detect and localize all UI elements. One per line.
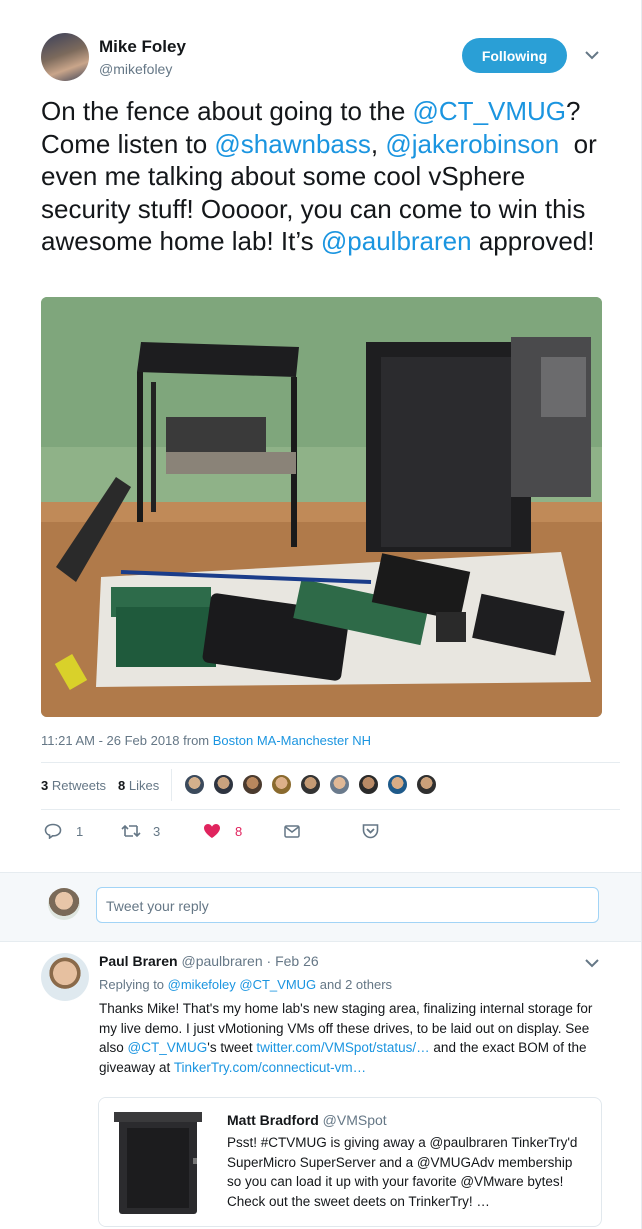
liker-avatar[interactable] — [328, 773, 351, 796]
text-link[interactable]: @CT_VMUG — [128, 1040, 208, 1055]
reply-icon — [44, 823, 62, 839]
chevron-down-icon[interactable] — [584, 956, 600, 968]
liker-avatar[interactable] — [270, 773, 293, 796]
envelope-icon — [284, 825, 300, 838]
liker-avatar[interactable] — [357, 773, 380, 796]
save-action[interactable] — [362, 823, 379, 839]
retweets-stat[interactable]: 3 Retweets — [41, 778, 106, 793]
heart-icon — [204, 824, 220, 838]
quoted-text: Psst! #CTVMUG is giving away a @paulbrar… — [227, 1135, 578, 1209]
quoted-tweet-image — [99, 1098, 217, 1226]
divider — [41, 809, 620, 810]
reply-author-avatar[interactable] — [41, 953, 89, 1001]
stats-divider — [171, 769, 172, 801]
text-link[interactable]: @CT_VMUG — [413, 96, 567, 126]
text-link[interactable]: @paulbraren — [321, 226, 472, 256]
tweet-photo[interactable] — [41, 297, 602, 717]
liker-avatar[interactable] — [183, 773, 206, 796]
quoted-tweet[interactable]: Matt Bradford @VMSpot Psst! #CTVMUG is g… — [98, 1097, 602, 1227]
text-link[interactable]: @shawnbass — [214, 129, 370, 159]
liker-avatar[interactable] — [299, 773, 322, 796]
reply-author-line[interactable]: Paul Braren @paulbraren · Feb 26 — [99, 953, 319, 969]
reply-text: Thanks Mike! That's my home lab's new st… — [99, 999, 599, 1077]
chevron-down-icon[interactable] — [584, 48, 600, 60]
author-handle[interactable]: @mikefoley — [99, 61, 172, 77]
retweet-icon — [121, 824, 141, 838]
liker-avatar[interactable] — [241, 773, 264, 796]
replying-to: Replying to @mikefoley @CT_VMUG and 2 ot… — [99, 977, 393, 992]
reply-action[interactable]: 1 — [44, 823, 83, 839]
location-link[interactable]: Boston MA-Manchester NH — [213, 733, 371, 748]
divider — [41, 762, 620, 763]
tweet-card: Mike Foley @mikefoley Following On the f… — [0, 0, 642, 1229]
likes-stat[interactable]: 8 Likes — [118, 778, 159, 793]
text-segment: 's tweet — [207, 1040, 257, 1055]
mention-link[interactable]: @CT_VMUG — [239, 977, 316, 992]
text-link[interactable]: @jakerobinson — [385, 129, 559, 159]
following-button[interactable]: Following — [462, 38, 567, 73]
text-segment: approved! — [471, 226, 595, 256]
text-link[interactable]: TinkerTry.com/connecticut-vm… — [174, 1060, 366, 1075]
reply-input[interactable]: Tweet your reply — [96, 887, 599, 923]
liker-avatar[interactable] — [386, 773, 409, 796]
liker-avatar[interactable] — [415, 773, 438, 796]
retweet-action[interactable]: 3 — [121, 823, 160, 839]
mention-link[interactable]: @mikefoley — [168, 977, 236, 992]
text-segment: , — [370, 128, 386, 159]
current-user-avatar — [48, 888, 80, 920]
tweet-timestamp[interactable]: 11:21 AM - 26 Feb 2018 from Boston MA-Ma… — [41, 733, 371, 748]
liker-avatar[interactable] — [212, 773, 235, 796]
text-link[interactable]: twitter.com/VMSpot/status/… — [256, 1040, 429, 1055]
quoted-author-line: Matt Bradford @VMSpot — [227, 1112, 387, 1128]
like-action[interactable]: 8 — [203, 823, 242, 839]
text-segment: On the fence about going to the — [41, 96, 413, 126]
author-avatar[interactable] — [41, 33, 89, 81]
author-name[interactable]: Mike Foley — [99, 37, 186, 57]
message-action[interactable] — [284, 825, 300, 838]
tweet-text: On the fence about going to the @CT_VMUG… — [41, 95, 621, 258]
pocket-icon — [362, 824, 379, 839]
